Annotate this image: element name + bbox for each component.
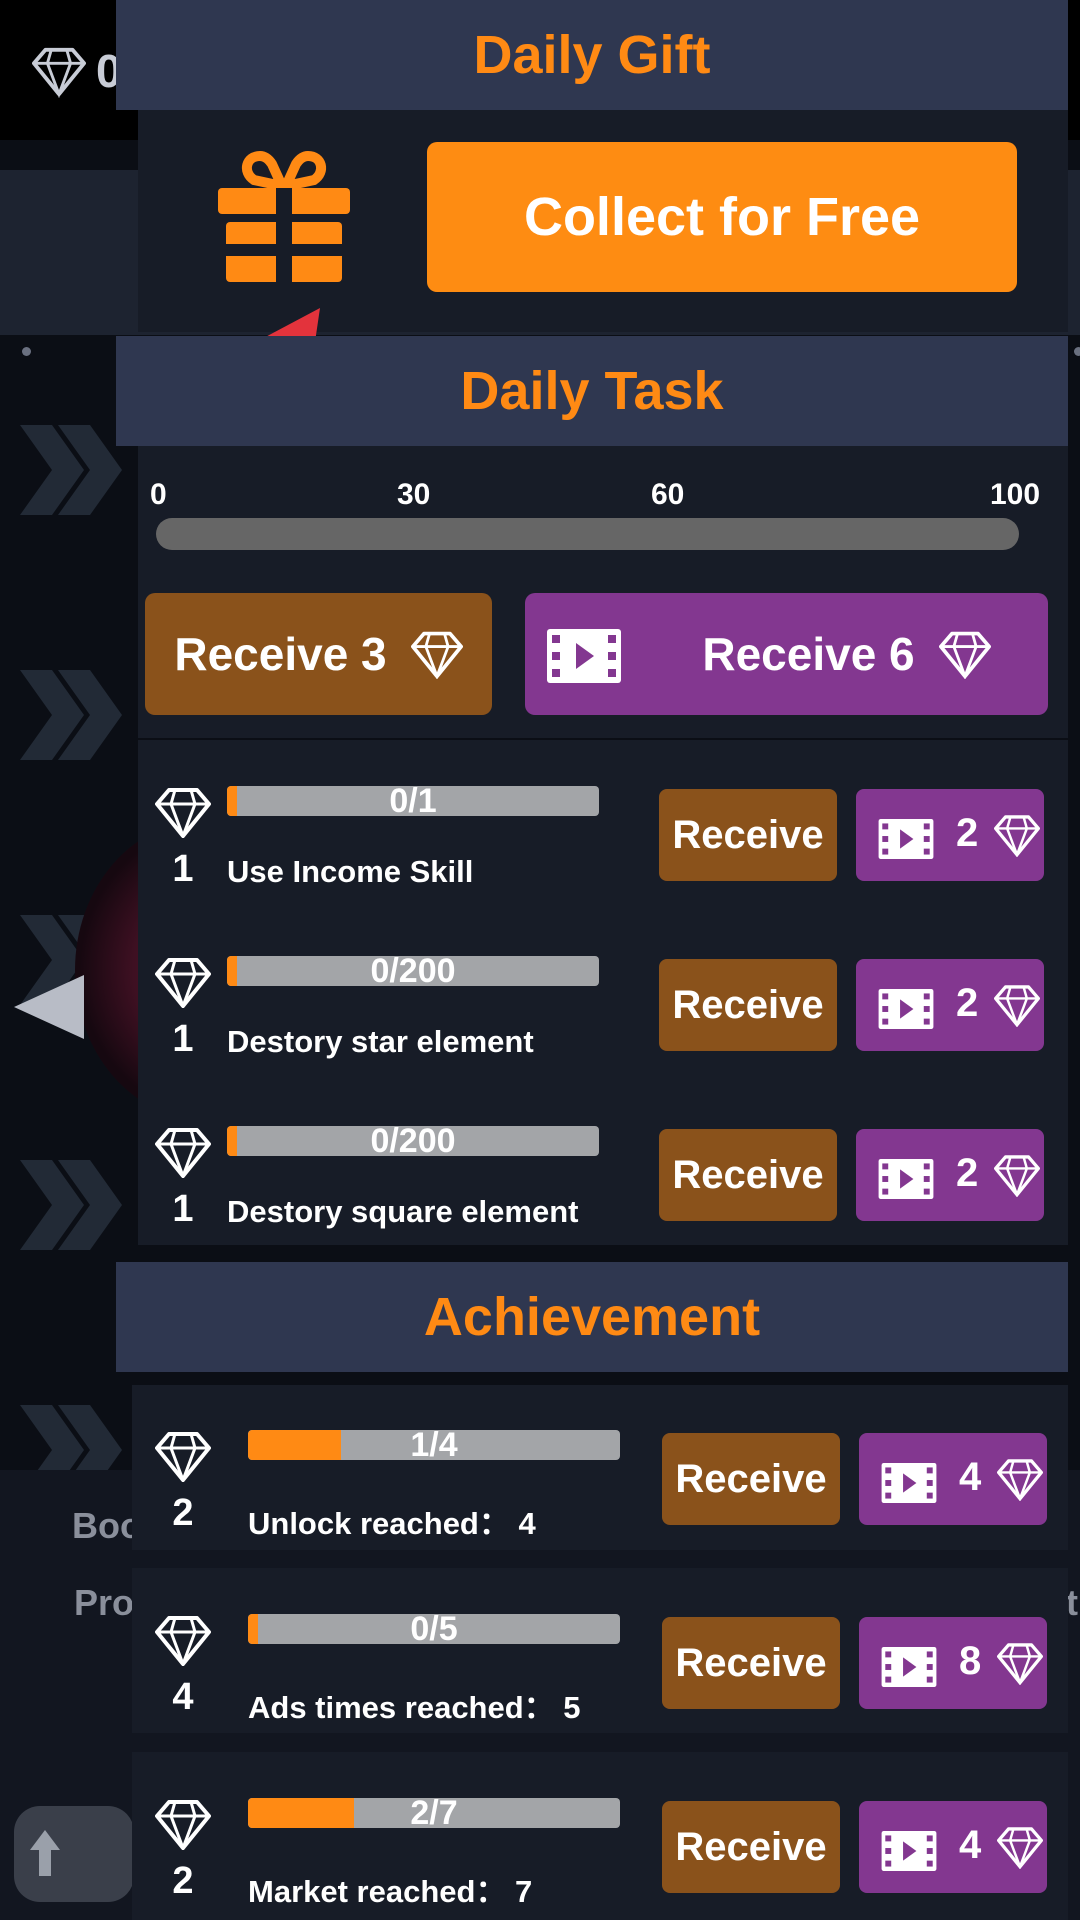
progress-tick: 60 (651, 478, 685, 511)
task-label: Use Income Skill (227, 854, 474, 889)
achievement-ad-receive-button[interactable]: 4 (859, 1433, 1047, 1525)
achievement-receive-button[interactable]: Receive (662, 1433, 840, 1525)
left-arrow-icon[interactable] (14, 975, 84, 1039)
ad-reward: 2 (956, 811, 979, 855)
ad-reward: 2 (956, 1151, 979, 1195)
ad-reward: 8 (959, 1639, 982, 1683)
chevron-icon (20, 425, 122, 515)
achievement-progress-bar: 1/4 (248, 1430, 620, 1460)
task-receive-button[interactable]: Receive (659, 789, 837, 881)
achievement-label: Market reached： 7 (248, 1874, 533, 1909)
diamond-icon (155, 958, 211, 1008)
diamond-icon (938, 631, 991, 679)
arrow-up-icon (30, 1830, 60, 1876)
achievement-ad-receive-button[interactable]: 4 (859, 1801, 1047, 1893)
achievement-progress-text: 1/4 (410, 1430, 458, 1460)
achievement-receive-button[interactable]: Receive (662, 1617, 840, 1709)
diamond-icon (410, 631, 463, 679)
task-receive-button[interactable]: Receive (659, 959, 837, 1051)
daily-gift-header: Daily Gift (116, 0, 1068, 110)
diamond-icon (155, 1432, 211, 1482)
achievement-ad-receive-button[interactable]: 8 (859, 1617, 1047, 1709)
task-progress-bar: 0/1 (227, 786, 599, 816)
bg-label: Pro (74, 1582, 135, 1623)
receive-6-ad-button[interactable]: Receive 6 (525, 593, 1048, 715)
progress-tick: 100 (990, 478, 1041, 511)
video-ad-icon (547, 629, 621, 683)
collect-for-free-button[interactable]: Collect for Free (427, 142, 1017, 292)
diamond-icon (155, 1800, 211, 1850)
daily-progress-bar (156, 518, 1019, 550)
achievement-reward: 4 (172, 1676, 194, 1718)
ad-reward: 4 (959, 1455, 982, 1499)
task-progress-bar: 0/200 (227, 1126, 599, 1156)
chevron-icon (20, 670, 122, 760)
achievement-reward: 2 (172, 1492, 194, 1534)
task-label: Destory square element (227, 1194, 579, 1229)
achievement-label: Ads times reached： 5 (248, 1690, 581, 1725)
diamond-icon (155, 788, 211, 838)
ad-reward: 4 (959, 1823, 982, 1867)
daily-gift-title: Daily Gift (473, 25, 711, 85)
daily-task-header: Daily Task (116, 336, 1068, 446)
task-progress-text: 0/200 (370, 956, 456, 986)
receive-6-label: Receive 6 (702, 628, 915, 680)
task-reward: 1 (172, 1018, 194, 1060)
diamond-icon (997, 1643, 1043, 1685)
video-ad-icon (878, 989, 934, 1029)
diamond-icon (994, 985, 1040, 1027)
diamond-icon (997, 1827, 1043, 1869)
dot (1074, 347, 1080, 356)
task-reward: 1 (172, 1188, 194, 1230)
achievement-progress-bar: 2/7 (248, 1798, 620, 1828)
daily-task-title: Daily Task (460, 361, 724, 421)
task-progress-bar: 0/200 (227, 956, 599, 986)
diamond-icon (994, 1155, 1040, 1197)
achievement-progress-text: 0/5 (410, 1614, 458, 1644)
achievement-receive-button[interactable]: Receive (662, 1801, 840, 1893)
task-reward: 1 (172, 848, 194, 890)
ad-reward: 2 (956, 981, 979, 1025)
progress-tick: 0 (150, 478, 167, 511)
gift-icon (218, 150, 350, 284)
task-progress-text: 0/200 (370, 1126, 456, 1156)
task-ad-receive-button[interactable]: 2 (856, 789, 1044, 881)
task-receive-button[interactable]: Receive (659, 1129, 837, 1221)
upgrade-button[interactable] (14, 1806, 134, 1902)
progress-tick: 30 (397, 478, 431, 511)
diamond-icon (994, 815, 1040, 857)
receive-3-label: Receive 3 (174, 628, 387, 680)
task-ad-receive-button[interactable]: 2 (856, 1129, 1044, 1221)
achievement-label: Unlock reached： 4 (248, 1506, 536, 1541)
task-progress-text: 0/1 (389, 786, 437, 816)
video-ad-icon (878, 1159, 934, 1199)
achievement-header: Achievement (116, 1262, 1068, 1372)
achievement-title: Achievement (423, 1287, 761, 1347)
video-ad-icon (881, 1463, 937, 1503)
dot (22, 347, 31, 356)
diamond-icon (997, 1459, 1043, 1501)
receive-3-button[interactable]: Receive 3 (145, 593, 492, 715)
achievement-progress-text: 2/7 (410, 1798, 458, 1828)
video-ad-icon (881, 1647, 937, 1687)
achievement-progress-bar: 0/5 (248, 1614, 620, 1644)
video-ad-icon (878, 819, 934, 859)
diamond-icon (155, 1128, 211, 1178)
video-ad-icon (881, 1831, 937, 1871)
task-ad-receive-button[interactable]: 2 (856, 959, 1044, 1051)
diamond-icon (155, 1616, 211, 1666)
task-label: Destory star element (227, 1024, 534, 1059)
diamond-icon (32, 47, 86, 98)
chevron-icon (20, 1160, 122, 1250)
achievement-reward: 2 (172, 1860, 194, 1902)
